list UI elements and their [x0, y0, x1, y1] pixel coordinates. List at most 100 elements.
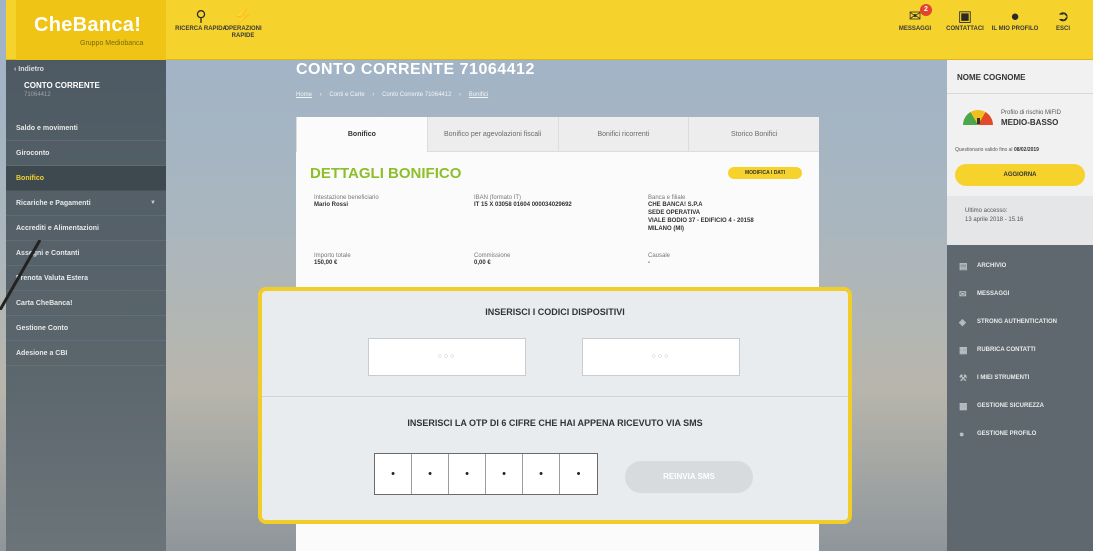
- sidebar-item-transfer-internal[interactable]: Giroconto: [6, 141, 166, 166]
- otp-digit[interactable]: •: [523, 454, 560, 494]
- shield-icon: ◈: [959, 317, 966, 327]
- otp-digit[interactable]: •: [486, 454, 523, 494]
- bank-line: CHE BANCA! S.P.A: [648, 202, 703, 208]
- right-menu-security[interactable]: ▩ GESTIONE SICUREZZA: [947, 392, 1093, 420]
- breadcrumb: Home › Conti e Carte › Conto Corrente 71…: [296, 92, 494, 98]
- fee-value: 0,00 €: [474, 260, 491, 266]
- breadcrumb-current[interactable]: Bonifici: [469, 92, 488, 98]
- right-menu-messages[interactable]: ✉ MESSAGGI: [947, 280, 1093, 308]
- otp-modal: INSERISCI I CODICI DISPOSITIVI ○○○ ○○○ I…: [258, 287, 852, 524]
- app-window: CheBanca! Gruppo Mediobanca ⚲ RICERCA RA…: [0, 0, 1093, 551]
- right-menu-label: RUBRICA CONTATTI: [977, 347, 1036, 353]
- otp-digit[interactable]: •: [560, 454, 597, 494]
- top-bar: CheBanca! Gruppo Mediobanca ⚲ RICERCA RA…: [6, 0, 1093, 60]
- exit-button[interactable]: ➲ ESCI: [1036, 8, 1090, 33]
- user-icon: ●: [959, 429, 965, 439]
- right-menu-label: GESTIONE SICUREZZA: [977, 403, 1045, 409]
- tab-tax-transfer[interactable]: Bonifico per agevolazioni fiscali: [426, 117, 558, 152]
- right-sidebar: NOME COGNOME Profilo di rischio MiFID ME…: [947, 60, 1093, 551]
- brand-name: CheBanca!: [34, 14, 142, 36]
- envelope-icon: ✉: [908, 8, 922, 25]
- bank-line: MILANO (MI): [648, 226, 684, 232]
- bank-line: VIALE BODIO 37 - EDIFICIO 4 - 20158: [648, 218, 754, 224]
- contact-button[interactable]: ▣ CONTATTACI: [938, 8, 992, 33]
- exit-icon: ➲: [1056, 8, 1070, 25]
- logo[interactable]: CheBanca! Gruppo Mediobanca: [16, 0, 166, 60]
- amount-field: Importo totale 150,00 €: [314, 253, 351, 267]
- otp-digit[interactable]: •: [375, 454, 412, 494]
- sidebar-item-cbi[interactable]: Adesione a CBI: [6, 341, 166, 366]
- bank-line: SEDE OPERATIVA: [648, 210, 701, 216]
- risk-profile-label: Profilo di rischio MiFID: [1001, 110, 1062, 116]
- page-title: CONTO CORRENTE 71064412: [296, 61, 535, 78]
- risk-profile-value: MEDIO-BASSO: [1001, 118, 1059, 127]
- user-name: NOME COGNOME: [957, 73, 1026, 82]
- quick-operations-button[interactable]: ⚡ OPERAZIONI RAPIDE: [216, 8, 270, 40]
- last-access-value: 13 aprile 2018 - 15.16: [965, 217, 1024, 223]
- brand-subtitle: Gruppo Mediobanca: [80, 40, 144, 47]
- breadcrumb-home[interactable]: Home: [296, 92, 312, 98]
- resend-sms-button[interactable]: REINVIA SMS: [625, 461, 753, 493]
- lock-icon: ▩: [959, 401, 968, 411]
- fee-field: Commissione 0,00 €: [474, 253, 510, 267]
- right-menu-label: GESTIONE PROFILO: [977, 431, 1037, 437]
- right-menu-strong-auth[interactable]: ◈ STRONG AUTHENTICATION: [947, 308, 1093, 336]
- otp-title: INSERISCI LA OTP DI 6 CIFRE CHE HAI APPE…: [407, 418, 703, 428]
- beneficiary-value: Mario Rossi: [314, 202, 349, 208]
- right-menu-contacts[interactable]: ▦ RUBRICA CONTATTI: [947, 336, 1093, 364]
- last-access-label: Ultimo accesso:: [965, 208, 1008, 214]
- breadcrumb-separator: ›: [459, 92, 462, 98]
- user-icon: ●: [1010, 8, 1020, 25]
- breadcrumb-separator: ›: [372, 92, 375, 98]
- questionnaire-date: 08/02/2019: [1013, 147, 1039, 153]
- user-panel: NOME COGNOME Profilo di rischio MiFID ME…: [947, 60, 1093, 245]
- otp-input[interactable]: • • • • • •: [374, 453, 598, 495]
- tab-history[interactable]: Storico Bonifici: [688, 117, 819, 152]
- right-menu-label: STRONG AUTHENTICATION: [977, 319, 1057, 325]
- otp-digit[interactable]: •: [412, 454, 449, 494]
- exit-label: ESCI: [1055, 26, 1070, 32]
- right-menu-tools[interactable]: ⚒ I MIEI STRUMENTI: [947, 364, 1093, 392]
- edit-data-button[interactable]: MODIFICA I DATI: [728, 167, 802, 179]
- device-code-input-1[interactable]: ○○○: [368, 338, 526, 376]
- sidebar-item-credits[interactable]: Accrediti e Alimentazioni: [6, 216, 166, 241]
- contact-label: CONTATTACI: [946, 26, 984, 32]
- chat-icon: ▣: [957, 8, 973, 25]
- messages-badge: 2: [920, 4, 932, 16]
- tab-recurring[interactable]: Bonifici ricorrenti: [557, 117, 689, 152]
- messages-label: MESSAGGI: [898, 26, 932, 32]
- pointer-line: [0, 240, 42, 310]
- questionnaire-note: Questionario valido fino al 08/02/2019: [955, 147, 1039, 153]
- messages-button[interactable]: ✉ 2 MESSAGGI: [888, 4, 942, 33]
- reason-field: Causale -: [648, 253, 670, 267]
- update-button[interactable]: AGGIORNA: [955, 164, 1085, 186]
- otp-digit[interactable]: •: [449, 454, 486, 494]
- divider: [947, 93, 1093, 94]
- otp-section: INSERISCI LA OTP DI 6 CIFRE CHE HAI APPE…: [262, 398, 848, 520]
- right-menu-archive[interactable]: ▤ ARCHIVIO: [947, 252, 1093, 280]
- sidebar-item-payments[interactable]: Ricariche e Pagamenti ▼: [6, 191, 166, 216]
- device-code-input-2[interactable]: ○○○: [582, 338, 740, 376]
- sidebar-item-account-management[interactable]: Gestione Conto: [6, 316, 166, 341]
- reason-label: Causale: [648, 253, 671, 259]
- archive-icon: ▤: [959, 261, 968, 271]
- tab-bar: Bonifico Bonifico per agevolazioni fisca…: [296, 117, 819, 152]
- beneficiary-field: Intestazione beneficiario Mario Rossi: [314, 195, 379, 209]
- address-book-icon: ▦: [959, 345, 968, 355]
- sidebar-item-bonifico[interactable]: Bonifico: [6, 166, 166, 191]
- sidebar-item-label: Ricariche e Pagamenti: [16, 200, 91, 207]
- breadcrumb-account[interactable]: Conto Corrente 71064412: [382, 92, 451, 98]
- details-title: DETTAGLI BONIFICO: [310, 165, 462, 182]
- breadcrumb-accounts[interactable]: Conti e Carte: [329, 92, 364, 98]
- questionnaire-text: Questionario valido fino al: [955, 147, 1013, 153]
- right-menu-profile[interactable]: ● GESTIONE PROFILO: [947, 420, 1093, 448]
- tab-bonifico[interactable]: Bonifico: [296, 117, 427, 152]
- sidebar-item-balance[interactable]: Saldo e movimenti: [6, 116, 166, 141]
- mail-icon: ✉: [959, 289, 967, 299]
- last-access: Ultimo accesso: 13 aprile 2018 - 15.16: [947, 196, 1093, 245]
- reason-value: -: [648, 260, 650, 266]
- account-number: 71064412: [24, 92, 51, 98]
- profile-button[interactable]: ● IL MIO PROFILO: [988, 8, 1042, 33]
- back-link[interactable]: ‹ Indietro: [14, 66, 156, 73]
- right-menu-label: ARCHIVIO: [977, 263, 1007, 269]
